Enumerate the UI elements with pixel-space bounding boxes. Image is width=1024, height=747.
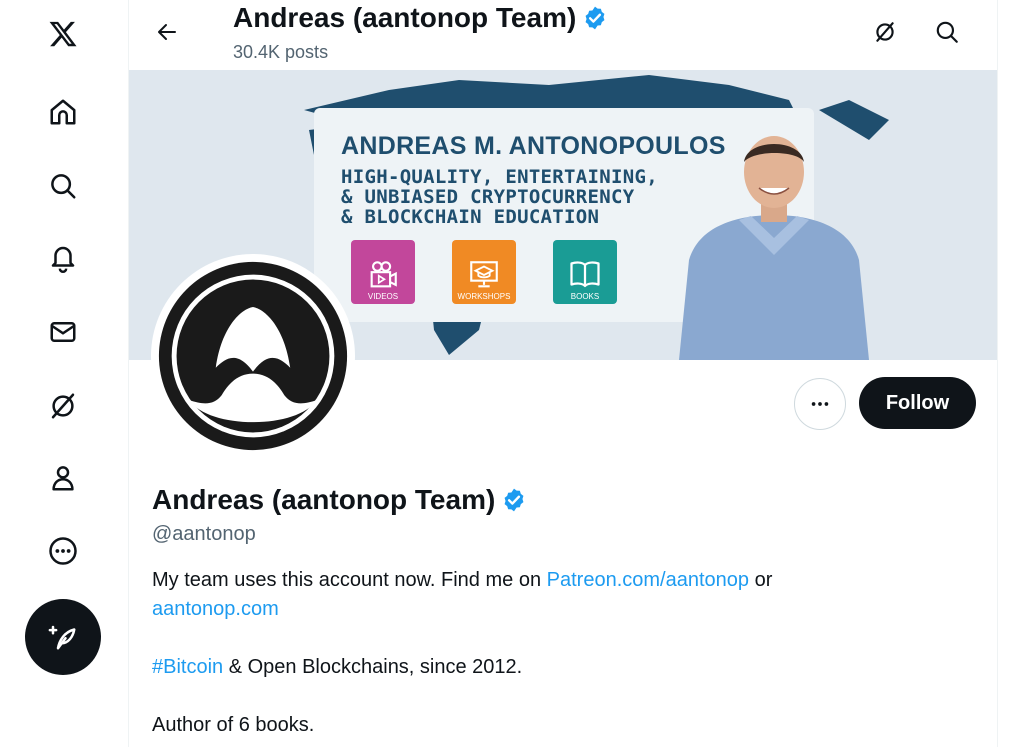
books-tile: BOOKS xyxy=(553,240,617,304)
bio-text: & Open Blockchains, since 2012. xyxy=(223,656,523,678)
bio-line-4: Author of 6 books. xyxy=(152,714,315,736)
verified-badge-icon xyxy=(585,6,605,30)
messages-icon[interactable] xyxy=(37,306,89,358)
banner-tagline-2: & UNBIASED CRYPTOCURRENCY xyxy=(341,186,635,208)
grok-icon[interactable] xyxy=(867,14,903,50)
avatar-logo xyxy=(158,261,348,451)
books-tile-label: BOOKS xyxy=(570,292,600,301)
ellipsis-icon xyxy=(811,402,829,406)
grok-icon[interactable] xyxy=(37,380,89,432)
video-camera-icon xyxy=(370,261,397,288)
profile-column: Andreas (aantonop Team) 30.4K posts ANDR… xyxy=(128,0,998,747)
compose-icon xyxy=(48,625,76,650)
banner-tagline-3: & BLOCKCHAIN EDUCATION xyxy=(341,206,600,228)
videos-tile-label: VIDEOS xyxy=(367,292,399,301)
header-title-text: Andreas (aantonop Team) xyxy=(233,2,577,33)
verified-badge-icon[interactable] xyxy=(501,487,527,513)
left-nav xyxy=(0,0,128,747)
workshops-tile-label: WORKSHOPS xyxy=(457,292,511,301)
bio-line-3: #Bitcoin & Open Blockchains, since 2012. xyxy=(152,656,522,679)
workshops-tile: WORKSHOPS xyxy=(452,240,516,304)
notifications-icon[interactable] xyxy=(37,232,89,284)
x-logo-icon[interactable] xyxy=(37,8,89,60)
banner-tagline-1: HIGH-QUALITY, ENTERTAINING, xyxy=(341,166,658,188)
bio-text: or xyxy=(749,569,773,591)
profile-name: Andreas (aantonop Team) xyxy=(152,484,527,516)
bio-text: My team uses this account now. Find me o… xyxy=(152,569,547,591)
profile-name-text: Andreas (aantonop Team) xyxy=(152,484,496,515)
open-book-icon xyxy=(570,261,600,288)
search-icon[interactable] xyxy=(929,14,965,50)
profile-header-bar: Andreas (aantonop Team) 30.4K posts xyxy=(129,0,997,70)
website-link[interactable]: aantonop.com xyxy=(152,598,279,620)
portrait-photo xyxy=(679,136,869,360)
home-icon[interactable] xyxy=(37,86,89,138)
graduation-cap-icon xyxy=(470,261,498,288)
profile-icon[interactable] xyxy=(37,452,89,504)
patreon-link[interactable]: Patreon.com/aantonop xyxy=(547,569,749,591)
explore-icon[interactable] xyxy=(37,160,89,212)
bio-line-2: aantonop.com xyxy=(152,598,279,621)
header-title: Andreas (aantonop Team) xyxy=(233,2,608,34)
back-arrow-icon[interactable] xyxy=(149,14,185,50)
more-icon[interactable] xyxy=(37,525,89,577)
profile-avatar[interactable] xyxy=(151,254,355,458)
post-button[interactable] xyxy=(25,599,101,675)
bitcoin-hashtag-link[interactable]: #Bitcoin xyxy=(152,656,223,678)
profile-handle: @aantonop xyxy=(152,523,256,545)
posts-count: 30.4K posts xyxy=(233,42,329,62)
bio-line-1: My team uses this account now. Find me o… xyxy=(152,569,772,592)
follow-button[interactable]: Follow xyxy=(859,377,976,429)
videos-tile: VIDEOS xyxy=(351,240,415,304)
more-options-button[interactable] xyxy=(794,378,846,430)
banner-name: ANDREAS M. ANTONOPOULOS xyxy=(341,132,726,160)
